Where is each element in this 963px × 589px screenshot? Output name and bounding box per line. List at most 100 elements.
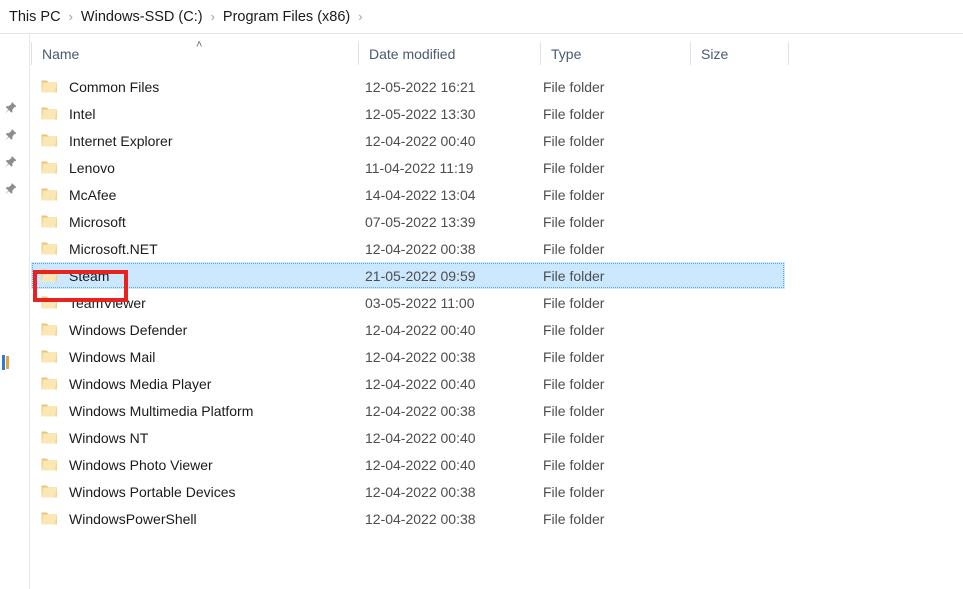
file-row-type: File folder	[543, 402, 605, 419]
table-row[interactable]: Windows Mail 12-04-2022 00:38 File folder	[31, 343, 785, 370]
column-header-type[interactable]: Type	[540, 34, 690, 73]
folder-icon	[41, 79, 58, 94]
table-row[interactable]: McAfee 14-04-2022 13:04 File folder	[31, 181, 785, 208]
breadcrumb-bar: This PC › Windows-SSD (C:) › Program Fil…	[0, 0, 963, 34]
file-row-name-label: Windows Multimedia Platform	[69, 402, 254, 419]
file-row-name-label: Intel	[69, 105, 96, 122]
file-row-date-modified: 11-04-2022 11:19	[365, 159, 474, 176]
file-row-type: File folder	[543, 213, 605, 230]
file-row-date-modified: 12-04-2022 00:40	[365, 375, 476, 392]
file-row-name[interactable]: TeamViewer	[41, 289, 146, 316]
table-row[interactable]: Intel 12-05-2022 13:30 File folder	[31, 100, 785, 127]
column-header-size[interactable]: Size	[690, 34, 788, 73]
file-row-name[interactable]: Lenovo	[41, 154, 115, 181]
file-row-date-modified: 12-04-2022 00:38	[365, 483, 476, 500]
table-row[interactable]: Windows Portable Devices 12-04-2022 00:38…	[31, 478, 785, 505]
column-header-date-modified-label: Date modified	[369, 45, 456, 62]
pin-icon[interactable]	[2, 128, 18, 144]
file-row-name-label: Steam	[69, 267, 110, 284]
file-row-name[interactable]: Windows Multimedia Platform	[41, 397, 253, 424]
file-row-type: File folder	[543, 321, 605, 338]
file-row-name-label: McAfee	[69, 186, 117, 203]
folder-icon	[41, 214, 58, 229]
file-row-type: File folder	[543, 429, 605, 446]
file-row-name-label: Windows NT	[69, 429, 149, 446]
file-row-type: File folder	[543, 348, 605, 365]
breadcrumb-item-program-files-x86[interactable]: Program Files (x86)	[218, 6, 355, 28]
file-row-name-label: Lenovo	[69, 159, 115, 176]
breadcrumb-separator-icon[interactable]: ›	[355, 8, 365, 26]
table-row[interactable]: Internet Explorer 12-04-2022 00:40 File fo…	[31, 127, 785, 154]
table-row[interactable]: Lenovo 11-04-2022 11:19 File folder	[31, 154, 785, 181]
file-row-name[interactable]: Windows Mail	[41, 343, 155, 370]
breadcrumb-separator-icon[interactable]: ›	[208, 8, 218, 26]
table-row[interactable]: TeamViewer 03-05-2022 11:00 File folder	[31, 289, 785, 316]
table-row[interactable]: Common Files 12-05-2022 16:21 File folder	[31, 73, 785, 100]
table-row[interactable]: Windows Multimedia Platform 12-04-2022 00…	[31, 397, 785, 424]
file-row-name-label: TeamViewer	[69, 294, 146, 311]
pin-icon[interactable]	[2, 182, 18, 198]
file-row-type: File folder	[543, 510, 605, 527]
file-row-date-modified: 12-04-2022 00:40	[365, 456, 476, 473]
file-row-name[interactable]: Steam	[41, 262, 109, 289]
file-row-name[interactable]: McAfee	[41, 181, 116, 208]
file-row-name[interactable]: Internet Explorer	[41, 127, 173, 154]
table-row[interactable]: Steam 21-05-2022 09:59 File folder	[31, 262, 785, 289]
file-row-date-modified: 12-04-2022 00:38	[365, 402, 476, 419]
table-row[interactable]: WindowsPowerShell 12-04-2022 00:38 File fo…	[31, 505, 785, 532]
file-row-date-modified: 12-04-2022 00:40	[365, 132, 476, 149]
folder-icon	[41, 403, 58, 418]
table-row[interactable]: Microsoft.NET 12-04-2022 00:38 File folder	[31, 235, 785, 262]
column-header-name[interactable]: Name ˄	[31, 34, 358, 73]
folder-icon	[41, 430, 58, 445]
navigation-pane	[0, 34, 30, 589]
file-row-name[interactable]: Intel	[41, 100, 95, 127]
file-row-type: File folder	[543, 483, 605, 500]
file-row-name[interactable]: Windows Portable Devices	[41, 478, 236, 505]
file-row-type: File folder	[543, 267, 605, 284]
file-row-name-label: Microsoft	[69, 213, 126, 230]
table-row[interactable]: Windows NT 12-04-2022 00:40 File folder	[31, 424, 785, 451]
breadcrumb-separator-icon[interactable]: ›	[66, 8, 76, 26]
column-header-type-label: Type	[551, 45, 582, 62]
file-row-name[interactable]: Microsoft.NET	[41, 235, 158, 262]
file-list[interactable]: Common Files 12-05-2022 16:21 File folder I…	[31, 73, 963, 589]
file-row-name-label: Windows Defender	[69, 321, 188, 338]
file-row-date-modified: 12-04-2022 00:40	[365, 429, 476, 446]
file-row-name[interactable]: WindowsPowerShell	[41, 505, 197, 532]
file-row-name[interactable]: Microsoft	[41, 208, 126, 235]
column-header-date-modified[interactable]: Date modified	[358, 34, 540, 73]
file-row-name[interactable]: Common Files	[41, 73, 159, 100]
navigation-pane-clipped-item[interactable]	[0, 352, 29, 374]
file-row-type: File folder	[543, 294, 605, 311]
folder-icon	[41, 106, 58, 121]
file-row-date-modified: 12-05-2022 13:30	[365, 105, 476, 122]
file-row-name-label: Windows Portable Devices	[69, 483, 236, 500]
file-row-name[interactable]: Windows NT	[41, 424, 148, 451]
file-row-name[interactable]: Windows Media Player	[41, 370, 211, 397]
file-row-name[interactable]: Windows Defender	[41, 316, 187, 343]
table-row[interactable]: Windows Media Player 12-04-2022 00:40 File…	[31, 370, 785, 397]
file-row-date-modified: 12-05-2022 16:21	[365, 78, 476, 95]
sort-ascending-icon: ˄	[196, 39, 203, 51]
breadcrumb-item-this-pc[interactable]: This PC	[4, 6, 66, 28]
pin-icon[interactable]	[2, 155, 18, 171]
library-icon	[0, 355, 9, 370]
pin-icon[interactable]	[2, 101, 18, 117]
file-row-name-label: Windows Media Player	[69, 375, 212, 392]
table-row[interactable]: Windows Photo Viewer 12-04-2022 00:40 File…	[31, 451, 785, 478]
folder-icon	[41, 457, 58, 472]
file-row-name-label: Windows Photo Viewer	[69, 456, 213, 473]
file-row-name[interactable]: Windows Photo Viewer	[41, 451, 213, 478]
file-row-name-label: Common Files	[69, 78, 160, 95]
folder-icon	[41, 511, 58, 526]
table-row[interactable]: Microsoft 07-05-2022 13:39 File folder	[31, 208, 785, 235]
folder-icon	[41, 268, 58, 283]
file-row-name-label: Internet Explorer	[69, 132, 173, 149]
folder-icon	[41, 295, 58, 310]
file-row-date-modified: 12-04-2022 00:40	[365, 321, 476, 338]
file-row-date-modified: 21-05-2022 09:59	[365, 267, 476, 284]
folder-icon	[41, 160, 58, 175]
breadcrumb-item-windows-ssd[interactable]: Windows-SSD (C:)	[76, 6, 208, 28]
table-row[interactable]: Windows Defender 12-04-2022 00:40 File fol…	[31, 316, 785, 343]
